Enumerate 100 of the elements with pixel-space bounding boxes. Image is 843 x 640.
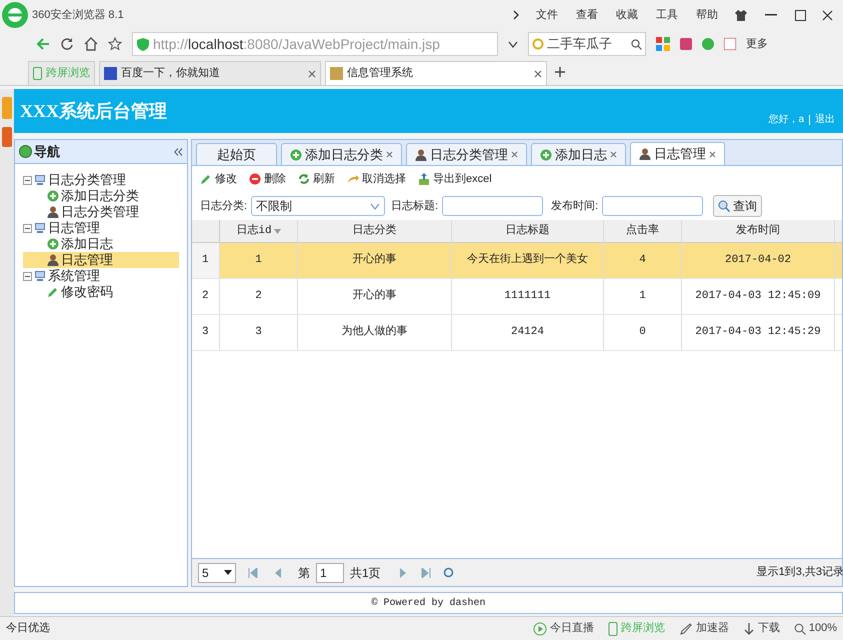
page-favicon (330, 67, 343, 80)
page-total: 共1页 (350, 564, 381, 582)
play-icon (532, 622, 547, 636)
page-tab[interactable]: 起始页 (196, 143, 277, 165)
table-row[interactable]: 3 3 为他人做的事 24124 0 2017-04-03 12:45:29 (192, 315, 842, 351)
column-header[interactable]: 日志标题 (452, 220, 604, 242)
computer-icon (34, 270, 46, 282)
browser-tab[interactable]: 信息管理系统 (325, 61, 547, 85)
dropdown-caret-icon (370, 202, 380, 210)
search-button[interactable]: 查询 (713, 195, 762, 217)
tree-item[interactable]: 日志管理 (23, 220, 179, 236)
curved-arrow-icon (347, 173, 359, 185)
row-number: 2 (192, 279, 220, 314)
chevron-icon[interactable] (513, 10, 519, 20)
status-button[interactable]: 今日直播 (532, 620, 594, 637)
status-button[interactable]: 加速器 (678, 620, 729, 637)
more-button[interactable]: 更多 (746, 36, 768, 52)
toolbar-button[interactable]: 取消选择 (347, 170, 406, 188)
sidebar-icon (2, 127, 12, 147)
table-cell: 今天在街上遇到一个美女 (452, 243, 604, 278)
table-cell: 开心的事 (298, 279, 452, 314)
search-icon (631, 38, 642, 50)
collapse-toggle-icon (23, 224, 32, 232)
table-cell: 2017-04-03 12:45:09 (682, 279, 835, 314)
category-select[interactable]: 不限制 (251, 196, 386, 216)
dropdown-caret-icon (508, 40, 518, 48)
toolbar-button[interactable]: 导出到excel (418, 170, 492, 188)
user-icon (415, 148, 427, 160)
close-icon[interactable] (511, 151, 518, 158)
plus-circle-icon (47, 190, 59, 202)
column-header[interactable]: 点击率 (604, 220, 682, 242)
menu-item[interactable]: 帮助 (696, 6, 718, 24)
toolbar-button[interactable]: 删除 (249, 170, 286, 188)
close-icon[interactable] (709, 150, 716, 158)
table-cell: 4 (604, 243, 682, 278)
close-icon (822, 10, 833, 20)
tree-item[interactable]: 日志管理 (23, 252, 179, 268)
user-icon (639, 148, 651, 160)
page-input[interactable]: 1 (316, 562, 344, 582)
globe-icon (19, 145, 32, 158)
app-title: XXX系统后台管理 (20, 100, 167, 122)
column-header[interactable]: 日志id (220, 220, 298, 242)
user-icon (47, 254, 59, 266)
search-engine-icon (532, 38, 544, 50)
tree-item[interactable]: 添加日志分类 (23, 188, 179, 204)
browser-title: 360安全浏览器 8.1 (32, 8, 124, 23)
close-icon[interactable] (610, 151, 617, 158)
column-header[interactable]: 日志分类 (298, 220, 452, 242)
dropdown-caret-icon (224, 570, 232, 575)
computer-icon (34, 222, 46, 234)
tree-item[interactable]: 系统管理 (23, 268, 179, 284)
menu-item[interactable]: 查看 (576, 6, 598, 24)
date-input[interactable] (602, 196, 704, 216)
table-cell: 2017-04-02 (682, 243, 835, 278)
page-tab[interactable]: 日志管理 (630, 142, 725, 165)
back-arrow-icon (36, 37, 50, 51)
page-tab[interactable]: 添加日志分类 (281, 143, 402, 165)
page-tab[interactable]: 日志分类管理 (406, 143, 527, 165)
menu-item[interactable]: 收藏 (616, 6, 638, 24)
page-label: 第 (298, 564, 310, 582)
bookmark-icon (680, 38, 692, 50)
column-header[interactable]: 发布时间 (682, 220, 835, 242)
collapse-toggle-icon (23, 272, 32, 280)
search-field[interactable]: 二手车瓜子 (528, 32, 646, 56)
table-cell: 3 (220, 315, 298, 350)
table-cell: 1 (220, 243, 298, 278)
table-cell: 24124 (452, 315, 604, 350)
tree-item[interactable]: 修改密码 (23, 284, 179, 300)
table-row[interactable]: 1 1 开心的事 今天在街上遇到一个美女 4 2017-04-02 (192, 243, 842, 279)
tree-item[interactable]: 日志分类管理 (23, 204, 179, 220)
greeting-text: 您好，a (768, 113, 804, 127)
maximize-icon[interactable] (795, 10, 806, 20)
menu-item[interactable]: 文件 (536, 6, 558, 24)
toolbar-button[interactable]: 刷新 (298, 170, 335, 188)
tree-item[interactable]: 添加日志 (23, 236, 179, 252)
reload-icon (60, 37, 74, 51)
table-cell: 1 (604, 279, 682, 314)
address-field[interactable]: http://localhost:8080/JavaWebProject/main.jsp (132, 32, 498, 56)
status-button[interactable]: 下载 (742, 620, 780, 637)
page-size-select[interactable]: 5 (198, 562, 236, 582)
status-button[interactable]: 100% (794, 620, 837, 637)
minimize-icon (765, 14, 777, 16)
refresh-icon (442, 567, 454, 578)
close-icon[interactable] (386, 151, 393, 158)
filter-label: 日志标题: (391, 198, 438, 214)
title-input[interactable] (442, 196, 544, 216)
home-icon (84, 37, 98, 51)
plus-circle-icon (290, 148, 302, 160)
download-icon (742, 622, 755, 636)
refresh-icon (298, 173, 310, 185)
page-tab[interactable]: 添加日志 (531, 143, 626, 165)
toolbar-button[interactable]: 修改 (200, 170, 237, 188)
menu-item[interactable]: 工具 (656, 6, 678, 24)
table-row[interactable]: 2 2 开心的事 1111111 1 2017-04-03 12:45:09 (192, 279, 842, 315)
tree-item[interactable]: 日志分类管理 (23, 172, 179, 188)
browser-tab[interactable]: 百度一下，你就知道 (99, 61, 321, 85)
row-number: 1 (192, 243, 220, 278)
new-tab-icon (555, 66, 565, 76)
table-cell: 为他人做的事 (298, 315, 452, 350)
magnifier-icon (794, 622, 806, 634)
